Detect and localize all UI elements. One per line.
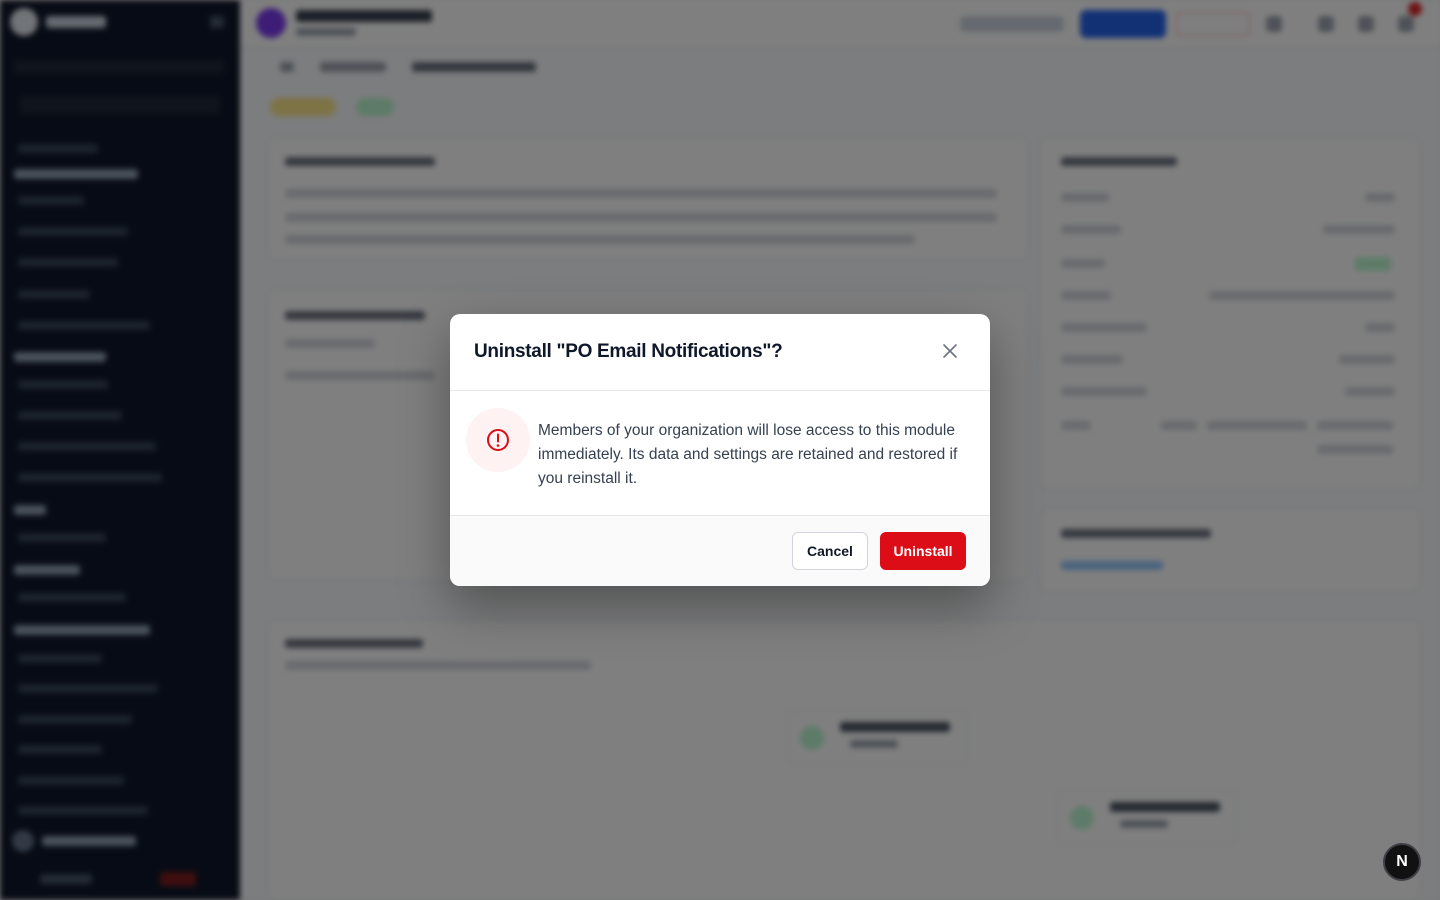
alert-circle-icon bbox=[466, 408, 530, 472]
nextjs-icon[interactable]: N bbox=[1383, 843, 1421, 881]
cancel-button[interactable]: Cancel bbox=[792, 532, 868, 570]
dialog-footer: Cancel Uninstall bbox=[450, 515, 990, 586]
uninstall-button[interactable]: Uninstall bbox=[880, 532, 966, 570]
dialog-message: Members of your organization will lose a… bbox=[538, 422, 958, 487]
uninstall-confirm-dialog: Uninstall "PO Email Notifications"? Memb… bbox=[450, 314, 990, 586]
nextjs-badge-letter: N bbox=[1396, 853, 1408, 870]
dialog-body: Members of your organization will lose a… bbox=[450, 391, 990, 515]
dialog-title: Uninstall "PO Email Notifications"? bbox=[474, 341, 783, 362]
dialog-header: Uninstall "PO Email Notifications"? bbox=[450, 314, 990, 391]
close-icon[interactable] bbox=[940, 341, 960, 361]
